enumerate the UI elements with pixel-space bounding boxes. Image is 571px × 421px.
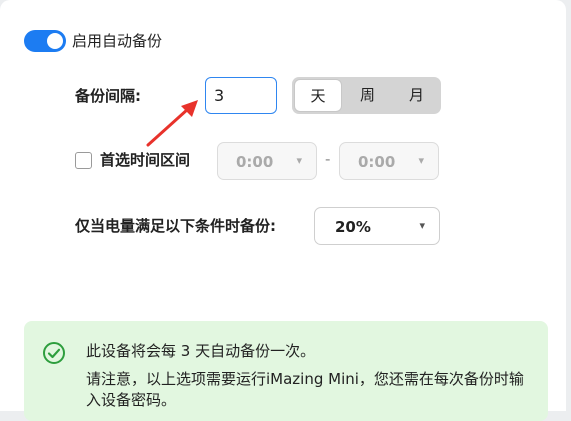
interval-unit-segmented-control[interactable]: 天 周 月 — [292, 77, 441, 114]
time-separator: - — [325, 150, 331, 168]
unit-week-option[interactable]: 周 — [343, 77, 392, 114]
unit-month-option[interactable]: 月 — [392, 77, 441, 114]
chevron-down-icon: ▾ — [419, 219, 425, 232]
chevron-down-icon: ▾ — [418, 154, 424, 167]
backup-info-banner: 此设备将会每 3 天自动备份一次。 请注意，以上选项需要运行iMazing Mi… — [24, 321, 548, 421]
backup-frequency-text: 此设备将会每 3 天自动备份一次。 — [86, 342, 316, 360]
start-time-select[interactable]: 0:00 ▾ — [217, 142, 317, 180]
start-time-value: 0:00 — [236, 153, 274, 171]
backup-note-text: 请注意，以上选项需要运行iMazing Mini，您还需在每次备份时输入设备密码… — [86, 370, 524, 409]
preferred-time-checkbox[interactable] — [75, 152, 92, 169]
interval-label: 备份间隔: — [75, 87, 141, 105]
annotation-arrow-icon — [146, 100, 198, 147]
end-time-value: 0:00 — [358, 153, 396, 171]
auto-backup-toggle[interactable] — [24, 30, 66, 52]
toggle-knob — [47, 33, 63, 49]
auto-backup-settings-panel: 启用自动备份 备份间隔: 天 周 月 首选时间区间 0:00 ▾ - 0:00 … — [0, 0, 566, 421]
check-circle-icon — [43, 342, 65, 364]
battery-condition-label: 仅当电量满足以下条件时备份: — [75, 217, 276, 235]
auto-backup-label: 启用自动备份 — [72, 32, 163, 50]
preferred-time-label: 首选时间区间 — [100, 151, 191, 169]
end-time-select[interactable]: 0:00 ▾ — [339, 142, 439, 180]
unit-day-option[interactable]: 天 — [294, 79, 342, 112]
battery-level-value: 20% — [335, 218, 371, 236]
battery-level-select[interactable]: 20% ▾ — [314, 207, 440, 245]
interval-input[interactable] — [205, 77, 277, 114]
chevron-down-icon: ▾ — [296, 154, 302, 167]
